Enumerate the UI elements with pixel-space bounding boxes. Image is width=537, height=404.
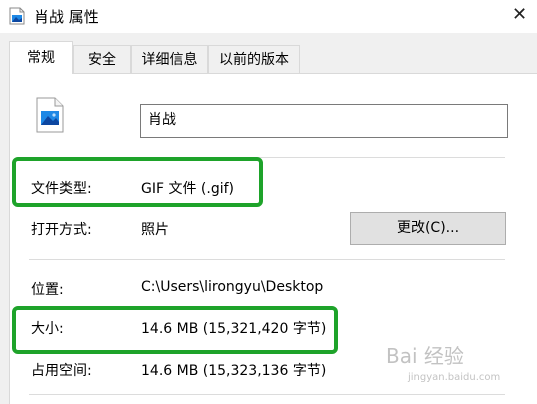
location-value: C:\Users\lirongyu\Desktop [141,279,324,295]
size-on-disk-label: 占用空间: [31,363,92,379]
open-with-label: 打开方式: [31,222,92,238]
tab-security[interactable]: 安全 [73,45,131,73]
close-button[interactable]: ✕ [503,0,537,33]
location-label: 位置: [31,282,64,298]
highlight-box [12,306,338,354]
watermark-url: jingyan.baidu.com [408,372,501,383]
tab-general[interactable]: 常规 [9,41,73,74]
open-with-value: 照片 [141,222,169,238]
image-file-icon [9,7,25,25]
window-title: 肖战 属性 [34,8,99,26]
change-button[interactable]: 更改(C)... [350,212,506,245]
divider [29,259,505,260]
size-on-disk-value: 14.6 MB (15,323,136 字节) [141,363,327,379]
watermark-logo: Bai 经验 [386,344,464,368]
tab-details[interactable]: 详细信息 [131,45,208,73]
divider [29,394,505,395]
highlight-box [12,157,263,207]
close-icon: ✕ [512,4,528,25]
file-name-input[interactable]: 肖战 [140,104,508,138]
image-file-icon [36,97,64,133]
tab-previous-versions[interactable]: 以前的版本 [208,45,300,73]
